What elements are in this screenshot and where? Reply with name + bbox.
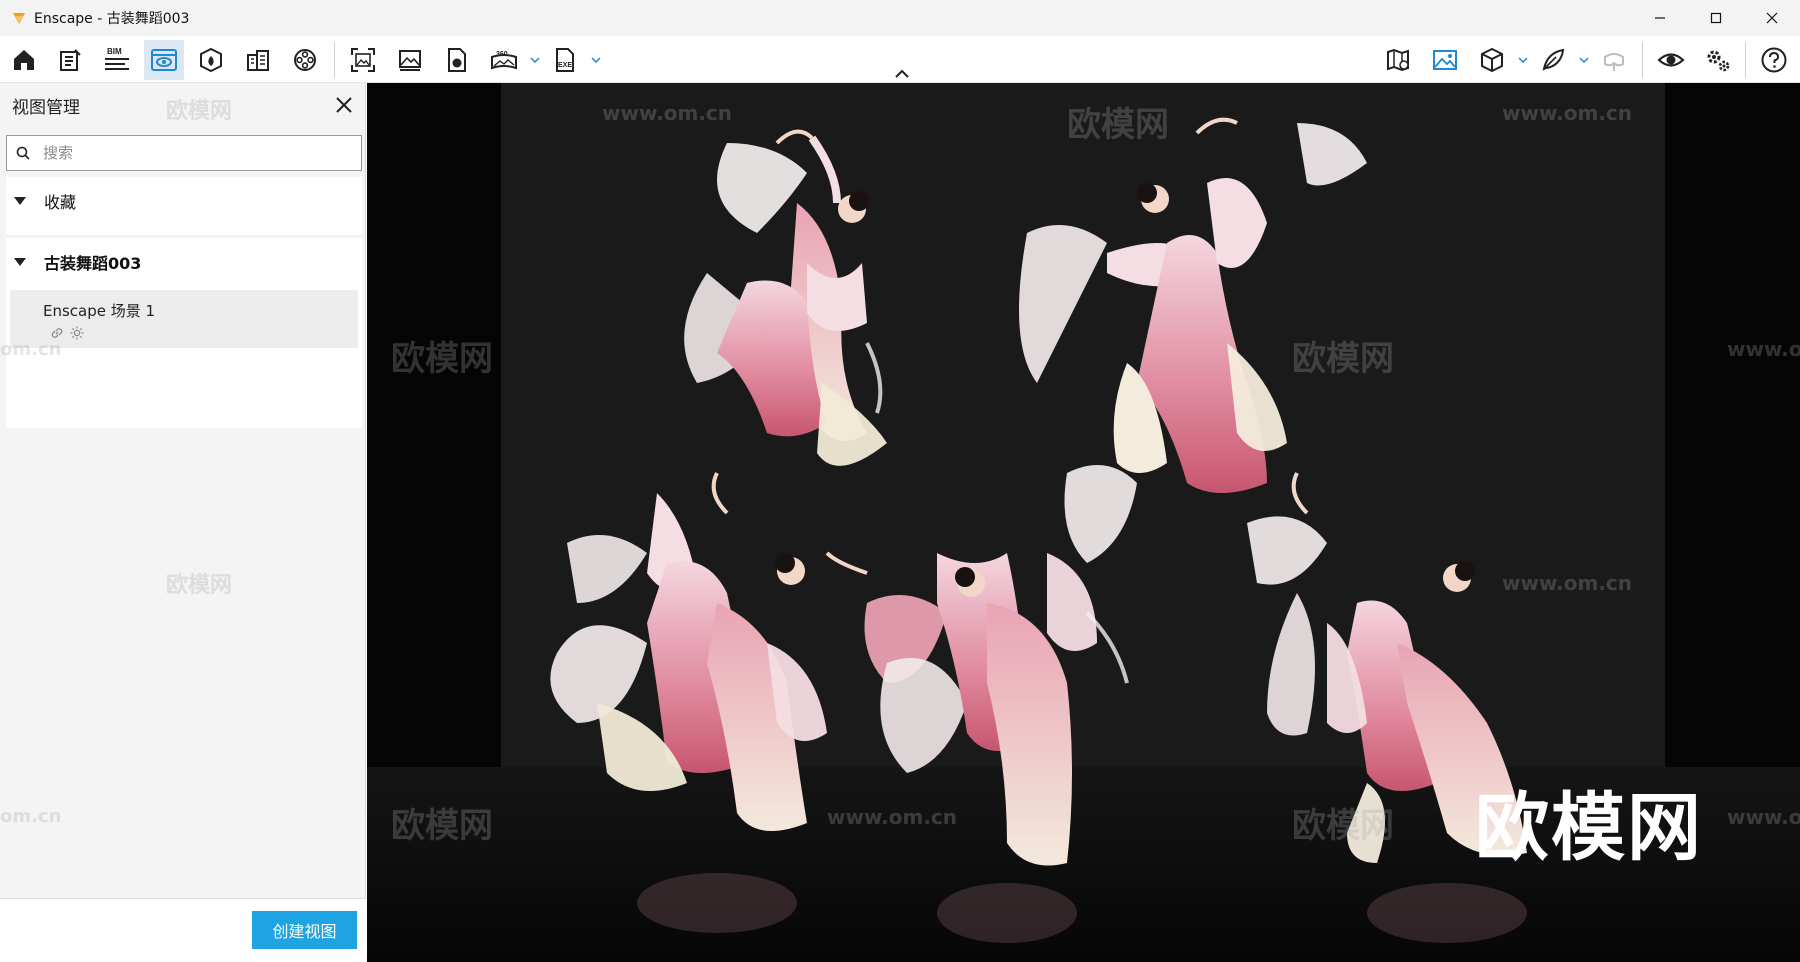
video-editor-icon — [294, 49, 316, 71]
link-icon[interactable] — [50, 326, 64, 340]
project-label: 古装舞蹈003 — [44, 254, 142, 273]
app-window: Enscape - 古装舞蹈003 BIM 360 EXE 视图管理 搜索 收藏… — [0, 0, 1800, 962]
floor-reflections — [637, 873, 1527, 943]
exe-export-dropdown[interactable] — [590, 54, 602, 66]
map-settings-button[interactable] — [1378, 40, 1418, 80]
views-button[interactable] — [144, 40, 184, 80]
dancer-figure — [825, 465, 1137, 866]
cube-view-button[interactable] — [1472, 40, 1512, 80]
exe-export-button[interactable]: EXE — [545, 40, 585, 80]
eye-icon — [1657, 53, 1685, 67]
feather-button[interactable] — [1533, 40, 1573, 80]
dancer-figure — [1019, 117, 1367, 493]
chevron-down-icon — [591, 57, 601, 63]
settings-gears-icon — [1707, 50, 1730, 72]
web-export-icon — [448, 48, 466, 72]
chevron-down-icon — [530, 57, 540, 63]
bim-button[interactable]: BIM — [97, 40, 137, 80]
search-icon — [15, 145, 31, 161]
toolbar-separator — [334, 42, 335, 78]
batch-render-button[interactable] — [390, 40, 430, 80]
feather-icon — [1542, 48, 1565, 71]
panorama-360-icon: 360 — [491, 51, 517, 70]
view-item-icons — [50, 326, 84, 340]
expand-triangle-icon — [14, 257, 26, 267]
minimize-icon — [1655, 17, 1665, 19]
batch-render-icon — [399, 50, 421, 71]
close-button[interactable] — [1744, 0, 1800, 36]
toolbar-separator — [1745, 42, 1746, 78]
eye-button[interactable] — [1651, 40, 1691, 80]
map-settings-icon — [1387, 48, 1409, 72]
svg-text:BIM: BIM — [107, 47, 122, 56]
close-icon — [336, 97, 352, 113]
panorama-button[interactable]: 360 — [484, 40, 524, 80]
view-name: Enscape 场景 1 — [43, 302, 156, 320]
project-section: 古装舞蹈003 Enscape 场景 1 — [6, 238, 362, 428]
view-management-panel: 视图管理 收藏 古装舞蹈003 — [0, 83, 366, 962]
sun-icon[interactable] — [70, 326, 84, 340]
brand-logo-text: 欧模网 — [1475, 785, 1703, 871]
project-header[interactable]: 古装舞蹈003 — [6, 238, 362, 286]
asset-library-button[interactable] — [191, 40, 231, 80]
panel-header: 视图管理 — [0, 83, 366, 127]
home-button[interactable] — [4, 40, 44, 80]
cube-view-icon — [1481, 47, 1503, 73]
collapse-toolbar-button[interactable] — [893, 66, 911, 80]
minimize-button[interactable] — [1632, 0, 1688, 36]
watermark-url: om.cn — [0, 806, 62, 827]
panel-close-button[interactable] — [332, 93, 356, 117]
panel-title: 视图管理 — [12, 98, 80, 118]
favorites-section: 收藏 — [6, 177, 362, 235]
vr-headset-button[interactable] — [1594, 40, 1634, 80]
exe-export-icon: EXE — [556, 48, 574, 72]
video-editor-button[interactable] — [285, 40, 325, 80]
maximize-button[interactable] — [1688, 0, 1744, 36]
screenshot-button[interactable] — [343, 40, 383, 80]
material-editor-button[interactable] — [238, 40, 278, 80]
visual-settings-button[interactable] — [1425, 40, 1465, 80]
feather-dropdown[interactable] — [1578, 54, 1590, 66]
render-viewport[interactable]: www.om.cn 欧模网 www.om.cn 欧模网 欧模网 www.om.c… — [367, 83, 1800, 962]
search-input[interactable] — [43, 144, 343, 162]
title-bar: Enscape - 古装舞蹈003 — [0, 0, 1800, 36]
close-icon — [1766, 12, 1778, 24]
chevron-down-icon — [1579, 57, 1589, 63]
help-button[interactable] — [1754, 40, 1794, 80]
asset-library-icon — [200, 47, 222, 73]
views-eye-icon — [151, 49, 177, 71]
panel-footer: 创建视图 — [0, 898, 366, 962]
maximize-icon — [1710, 12, 1722, 24]
notes-button[interactable] — [50, 40, 90, 80]
enscape-logo-icon — [10, 9, 28, 27]
cube-view-dropdown[interactable] — [1517, 54, 1529, 66]
chevron-up-icon — [895, 69, 909, 78]
dancer-figure — [684, 129, 887, 466]
notes-icon — [60, 49, 81, 71]
panorama-dropdown[interactable] — [529, 54, 541, 66]
favorites-header[interactable]: 收藏 — [6, 177, 362, 225]
visual-settings-icon — [1433, 50, 1457, 70]
window-controls — [1632, 0, 1800, 36]
favorites-label: 收藏 — [44, 193, 77, 212]
view-item[interactable]: Enscape 场景 1 — [10, 290, 358, 348]
search-box — [6, 135, 362, 171]
watermark-text: 欧模网 — [166, 573, 233, 598]
settings-button[interactable] — [1698, 40, 1738, 80]
create-view-button[interactable]: 创建视图 — [252, 911, 357, 949]
dancer-figure — [550, 472, 827, 831]
expand-triangle-icon — [14, 196, 26, 206]
svg-text:EXE: EXE — [558, 62, 572, 69]
vr-headset-icon — [1604, 53, 1624, 71]
help-icon — [1761, 47, 1787, 73]
toolbar-separator — [1642, 42, 1643, 78]
web-export-button[interactable] — [437, 40, 477, 80]
window-title: Enscape - 古装舞蹈003 — [34, 11, 190, 27]
bim-icon: BIM — [105, 47, 129, 70]
material-editor-icon — [247, 50, 269, 71]
chevron-down-icon — [1518, 57, 1528, 63]
home-icon — [14, 50, 34, 70]
screenshot-icon — [351, 48, 375, 72]
